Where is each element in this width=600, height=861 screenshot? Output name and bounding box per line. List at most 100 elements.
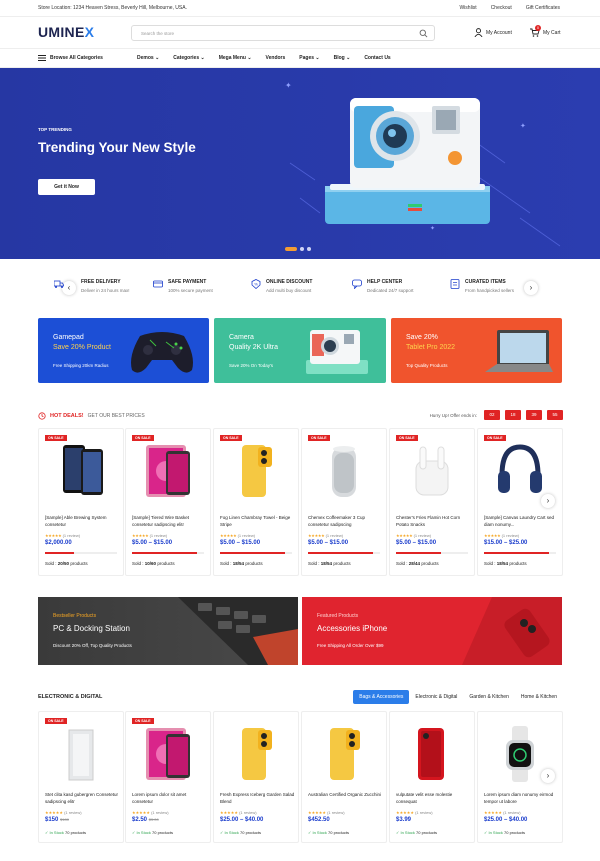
list-icon	[450, 279, 460, 289]
stock-status: ✓ In Stock 70 products	[220, 830, 261, 835]
feature-sub: Dedicated 24/7 support	[367, 288, 414, 293]
nav-item-demos[interactable]: Demos ⌄	[137, 55, 159, 61]
tab-home-kitchen[interactable]: Home & Kitchen	[515, 690, 563, 704]
product-name[interactable]: [Sample] Able Brewing System consetetur	[45, 515, 121, 528]
slider-dot-2[interactable]	[300, 247, 304, 251]
product-name[interactable]: Australian Certified Organic Zucchini	[308, 792, 384, 799]
star-rating-icon: ★★★★★	[220, 533, 237, 538]
card-icon	[153, 280, 163, 288]
nav-label: Contact Us	[364, 55, 391, 61]
phone-image	[242, 445, 272, 497]
iphone-image	[462, 597, 562, 665]
product-price: $3.99	[396, 817, 412, 823]
product-name[interactable]: Lorem ipsum diam nonumy eirmod tempor ut…	[484, 792, 560, 805]
nav-item-categories[interactable]: Categories ⌄	[173, 55, 204, 61]
product-name[interactable]: Fresh Express Iceberg Garden Salad Blend	[220, 792, 296, 805]
camera-image	[306, 330, 368, 374]
stock-status: ✓ In Stock 70 products	[484, 830, 525, 835]
timer-label: Hurry Up! Offer ends in:	[429, 412, 477, 418]
browse-categories-button[interactable]: Browse All Categories	[38, 55, 103, 61]
feature-delivery: FREE DELIVERY Deliver in 24 hours max!	[54, 279, 130, 293]
search-input[interactable]: Search the store	[131, 25, 435, 41]
keyboard-image	[178, 597, 298, 665]
product-rating: ★★★★★ (1 review)	[45, 810, 82, 815]
checkout-link[interactable]: Checkout	[491, 5, 512, 11]
product-name[interactable]: [Sample] Tiered Wire Basket consetetur s…	[132, 515, 208, 528]
product-card[interactable]: ON SALE [Sample] Able Brewing System con…	[38, 428, 124, 576]
star-rating-icon: ★★★★★	[484, 810, 502, 815]
wishlist-link[interactable]: Wishlist	[459, 5, 476, 11]
product-card[interactable]: ON SALE Chester's Fries Flamin Hot Corn …	[389, 428, 475, 576]
product-name[interactable]: Stet clita kasd gubergren Consetetur sad…	[45, 792, 121, 805]
stock-status: ✓ In Stock 70 products	[45, 830, 86, 835]
promo-camera[interactable]: Camera Quality 2K Ultra Save 20% On Today…	[214, 318, 386, 383]
account-label: My Account	[486, 29, 512, 36]
search-icon[interactable]	[419, 29, 428, 38]
tab-garden-kitchen[interactable]: Garden & Kitchen	[463, 690, 514, 704]
product-price: $5.00 – $15.00	[308, 540, 349, 546]
sold-count: Sold : 18/54 products	[220, 561, 263, 566]
nav-item-pages[interactable]: Pages ⌄	[299, 55, 319, 61]
star-rating-icon: ★★★★★	[308, 810, 326, 815]
promo-subtitle: Top Quality Products	[406, 363, 448, 368]
tab-electronic-digital[interactable]: Electronic & Digital	[409, 690, 463, 704]
promo-tablet[interactable]: Save 20% Tablet Pro 2022 Top Quality Prod…	[391, 318, 562, 383]
product-name[interactable]: [Sample] Canvas Laundry Cart sed diam no…	[484, 515, 560, 528]
tablet-image	[146, 445, 190, 497]
banner-pc-docking[interactable]: Bestseller Products PC & Docking Station…	[38, 597, 298, 665]
product-rating: ★★★★★ (1 review)	[220, 810, 257, 815]
sold-progress	[484, 552, 556, 554]
sold-progress	[45, 552, 117, 554]
product-card[interactable]: Fresh Express Iceberg Garden Salad Blend…	[213, 711, 299, 843]
phone-image	[330, 728, 360, 780]
star-rating-icon: ★★★★★	[220, 810, 238, 815]
sold-progress	[132, 552, 204, 554]
star-rating-icon: ★★★★★	[45, 533, 62, 538]
product-card[interactable]: ON SALE Lorem ipsum dolor sit amet conse…	[125, 711, 211, 843]
product-card[interactable]: ON SALE Stet clita kasd gubergren Conset…	[38, 711, 124, 843]
nav-item-blog[interactable]: Blog ⌄	[334, 55, 351, 61]
logo[interactable]: UMINEX	[38, 24, 94, 40]
product-card[interactable]: Australian Certified Organic Zucchini ★★…	[301, 711, 387, 843]
product-rating: ★★★★★ (1 review)	[132, 810, 169, 815]
electronic-next-arrow[interactable]: ›	[541, 769, 555, 783]
product-name[interactable]: Chemex Coffeemaker 3 Cup consetetur sadi…	[308, 515, 384, 528]
cart-button[interactable]: 0 My Cart	[530, 25, 561, 37]
sold-count: Sold : 20/50 products	[45, 561, 88, 566]
chevron-down-icon: ⌄	[247, 55, 252, 61]
deals-next-arrow[interactable]: ›	[541, 494, 555, 508]
feature-sub: Add multi buy discount	[266, 288, 312, 293]
product-name[interactable]: Chester's Fries Flamin Hot Corn Potato S…	[396, 515, 472, 528]
slider-dot-3[interactable]	[307, 247, 311, 251]
tablet-image	[485, 330, 553, 372]
timer-hours: 18	[505, 410, 521, 420]
nav-item-contact[interactable]: Contact Us	[364, 55, 390, 61]
banner-accessories-iphone[interactable]: Featured Products Accessories iPhone Fre…	[302, 597, 562, 665]
features-next-arrow[interactable]: ›	[524, 281, 538, 295]
cart-count-badge: 0	[535, 25, 541, 31]
product-card[interactable]: ON SALE [Sample] Tiered Wire Basket cons…	[125, 428, 211, 576]
sold-progress	[396, 552, 468, 554]
product-card[interactable]: ON SALE Chemex Coffeemaker 3 Cup consete…	[301, 428, 387, 576]
promo-gamepad[interactable]: Gamepad Save 20% Product Free Shipping 20…	[38, 318, 209, 383]
product-name[interactable]: vulputate velit esse molestie consequat	[396, 792, 472, 805]
hero-cta-button[interactable]: Get it Now	[38, 179, 95, 195]
product-name[interactable]: Lorem ipsum dolor sit amet consetetur	[132, 792, 208, 805]
electronic-section-header: ELECTRONIC & DIGITAL Bags & Accessories …	[38, 690, 563, 706]
product-card[interactable]: ON SALE Fog Linen Chambray Towel - Beige…	[213, 428, 299, 576]
nav-label: Categories	[173, 55, 200, 61]
hero-slider[interactable]: ✦ ✦ ✦ TOP TRENDING Trending Your New Sty…	[0, 68, 600, 259]
nav-item-vendors[interactable]: Vendors	[266, 55, 286, 61]
stock-status: ✓ In Stock 70 products	[308, 830, 349, 835]
gift-certificates-link[interactable]: Gift Certificates	[526, 5, 560, 11]
nav-item-mega-menu[interactable]: Mega Menu ⌄	[219, 55, 252, 61]
product-rating: ★★★★★ (1 review)	[396, 533, 432, 538]
sold-progress	[308, 552, 380, 554]
slider-dot-1[interactable]	[285, 247, 297, 251]
product-card[interactable]: vulputate velit esse molestie consequat …	[389, 711, 475, 843]
account-button[interactable]: My Account	[474, 28, 512, 37]
tab-bags-accessories[interactable]: Bags & Accessories	[353, 690, 410, 704]
banner-subtitle: Free Shipping All Order Over $99	[317, 643, 384, 648]
banner-title: Accessories iPhone	[317, 624, 388, 633]
product-name[interactable]: Fog Linen Chambray Towel - Beige Stripe	[220, 515, 296, 528]
